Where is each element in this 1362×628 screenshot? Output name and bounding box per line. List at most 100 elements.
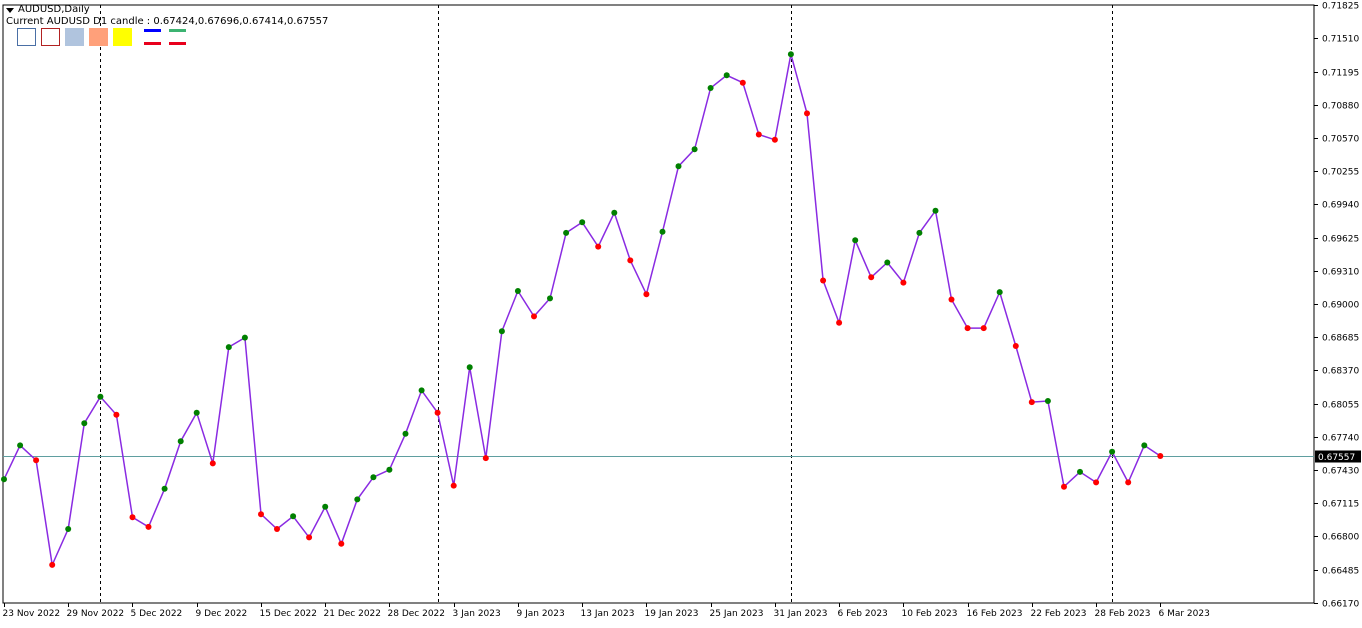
- chart-header: AUDUSD,Daily Current AUDUSD D1 candle : …: [6, 4, 328, 28]
- down-close-dot: [868, 274, 875, 281]
- white-box-swatch[interactable]: [17, 28, 36, 46]
- up-close-dot: [852, 237, 859, 244]
- collapse-triangle-icon[interactable]: [6, 7, 14, 13]
- down-close-dot: [1012, 343, 1019, 349]
- y-axis-tick-label: 0.71195: [1322, 69, 1359, 79]
- x-axis-tick-label: 3 Jan 2023: [453, 609, 501, 619]
- up-close-dot: [193, 409, 200, 416]
- y-axis-tick-label: 0.67740: [1322, 434, 1359, 444]
- x-axis-tick-label: 29 Nov 2022: [67, 609, 125, 619]
- x-axis-tick-label: 5 Dec 2022: [131, 609, 183, 619]
- down-close-dot: [836, 319, 843, 326]
- y-axis-tick-label: 0.69625: [1322, 235, 1359, 245]
- x-axis-tick-label: 9 Dec 2022: [196, 609, 248, 619]
- x-axis-tick-label: 21 Dec 2022: [324, 609, 382, 619]
- x-axis-tick-label: 6 Feb 2023: [838, 609, 888, 619]
- down-close-dot: [739, 79, 746, 86]
- up-close-dot: [386, 466, 393, 473]
- up-close-dot: [322, 503, 329, 510]
- up-close-dot: [290, 513, 297, 520]
- up-close-dot: [723, 72, 730, 79]
- x-axis-tick-label: 25 Jan 2023: [710, 609, 764, 619]
- down-close-dot: [113, 411, 120, 418]
- up-close-dot: [354, 496, 361, 503]
- down-close-dot: [771, 136, 778, 143]
- yellow-swatch[interactable]: [113, 28, 132, 46]
- down-close-dot: [274, 526, 280, 532]
- y-axis-tick-label: 0.67115: [1322, 500, 1359, 510]
- x-axis-tick-label: 22 Feb 2023: [1031, 609, 1087, 619]
- y-axis-tick-label: 0.70570: [1322, 135, 1359, 145]
- up-close-dot: [1044, 398, 1051, 404]
- x-axis-tick-label: 28 Dec 2022: [388, 609, 446, 619]
- down-close-dot: [258, 511, 264, 518]
- white-red-box-swatch[interactable]: [41, 28, 60, 46]
- down-close-dot: [531, 313, 537, 320]
- down-close-dot: [1093, 479, 1100, 486]
- up-close-dot: [884, 259, 891, 266]
- y-axis-tick-label: 0.68685: [1322, 334, 1359, 344]
- y-axis-tick-label: 0.69000: [1322, 301, 1359, 311]
- up-close-dot: [916, 229, 923, 236]
- up-close-dot: [514, 288, 521, 294]
- up-close-dot: [611, 209, 618, 216]
- y-axis-tick-label: 0.66170: [1322, 600, 1359, 610]
- up-close-dot: [1, 476, 7, 483]
- blue-line-style-icon: [144, 29, 161, 32]
- price-chart-svg: 0.71825 0.71510 0.71195 0.70880 0.70570 0.702…: [1, 2, 1361, 619]
- x-axis-tick-label: 10 Feb 2023: [902, 609, 958, 619]
- y-axis-tick-label: 0.66485: [1322, 567, 1359, 577]
- up-close-dot: [659, 228, 666, 235]
- up-close-dot: [787, 51, 794, 58]
- x-axis-tick-label: 31 Jan 2023: [774, 609, 828, 619]
- up-close-dot: [17, 442, 24, 449]
- up-close-dot: [498, 328, 505, 335]
- down-close-dot: [129, 514, 136, 521]
- x-axis-tick-label: 23 Nov 2022: [3, 609, 61, 619]
- green-line-style-icon: [169, 29, 186, 32]
- y-axis-tick-label: 0.70255: [1322, 168, 1359, 178]
- x-axis-tick-label: 28 Feb 2023: [1095, 609, 1151, 619]
- up-close-dot: [1077, 468, 1083, 475]
- down-close-dot: [804, 110, 810, 117]
- up-close-dot: [161, 485, 168, 492]
- plot-frame: [2, 4, 1315, 604]
- line-style-pair-1[interactable]: [144, 29, 161, 55]
- down-close-dot: [1028, 399, 1035, 406]
- y-axis-tick-label: 0.66800: [1322, 533, 1359, 543]
- down-close-dot: [482, 455, 489, 462]
- down-close-dot: [209, 460, 216, 467]
- up-close-dot: [466, 364, 473, 371]
- down-close-dot: [820, 277, 827, 284]
- down-close-dot: [306, 534, 313, 541]
- down-close-dot: [980, 325, 987, 332]
- down-close-dot: [145, 523, 152, 530]
- down-close-dot: [1125, 479, 1132, 486]
- line-style-pair-2[interactable]: [169, 29, 186, 55]
- down-close-dot: [1157, 453, 1164, 459]
- up-close-dot: [563, 229, 570, 236]
- up-close-dot: [707, 85, 714, 91]
- up-close-dot: [81, 420, 88, 427]
- indicator-legend: [17, 28, 132, 46]
- down-close-dot: [900, 279, 907, 286]
- x-axis-tick-label: 19 Jan 2023: [645, 609, 699, 619]
- close-price-line: [3, 54, 1161, 568]
- down-close-dot: [1061, 483, 1067, 490]
- y-axis-tick-label: 0.69940: [1322, 201, 1359, 211]
- down-close-dot: [643, 291, 650, 298]
- y-axis-tick-label: 0.68370: [1322, 367, 1359, 377]
- lightsalmon-swatch[interactable]: [89, 28, 108, 46]
- x-axis-tick-label: 9 Jan 2023: [517, 609, 565, 619]
- chart-area: 0.71825 0.71510 0.71195 0.70880 0.70570 0.702…: [0, 0, 1362, 624]
- up-close-dot: [225, 344, 232, 351]
- down-close-dot: [755, 131, 762, 138]
- up-close-dot: [691, 146, 698, 153]
- up-close-dot: [177, 438, 184, 445]
- current-price-label: 0.67557: [1318, 453, 1355, 463]
- up-close-dot: [1109, 448, 1116, 455]
- down-close-dot: [948, 296, 955, 303]
- red-line-style-icon: [144, 42, 161, 45]
- lightsteelblue-swatch[interactable]: [65, 28, 84, 46]
- up-close-dot: [241, 334, 248, 341]
